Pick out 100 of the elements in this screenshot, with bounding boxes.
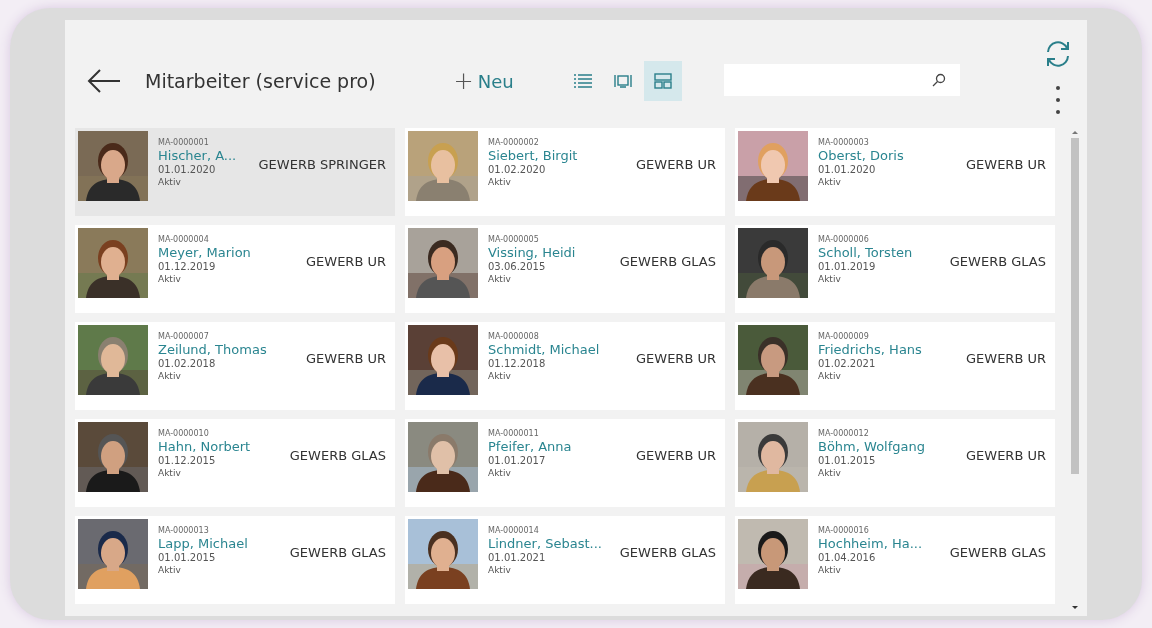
status-text: Aktiv xyxy=(488,176,512,188)
employee-card[interactable]: MA-0000004 Meyer, Marion 01.12.2019 Aktiv GEWERB UR xyxy=(75,225,395,313)
employee-name[interactable]: Siebert, Birgit xyxy=(488,148,578,165)
employee-card[interactable]: MA-0000013 Lapp, Michael 01.01.2015 Aktiv GEWERB GLAS xyxy=(75,516,395,604)
status-text: Aktiv xyxy=(818,176,842,188)
group-label: GEWERB GLAS xyxy=(619,254,716,269)
employee-number: MA-0000009 xyxy=(818,332,870,342)
employee-card[interactable]: MA-0000011 Pfeifer, Anna 01.01.2017 Aktiv GEWERB UR xyxy=(405,419,725,507)
employee-number: MA-0000007 xyxy=(158,332,210,342)
employee-number: MA-0000003 xyxy=(818,138,870,148)
employee-name[interactable]: Hahn, Norbert xyxy=(158,439,251,456)
employee-name[interactable]: Schmidt, Michael xyxy=(488,342,600,359)
status-text: Aktiv xyxy=(818,564,842,576)
start-date: 03.06.2015 xyxy=(488,261,547,274)
start-date: 01.01.2020 xyxy=(158,164,217,177)
status-text: Aktiv xyxy=(158,273,182,285)
employee-number: MA-0000014 xyxy=(488,526,540,536)
group-label: GEWERB GLAS xyxy=(949,254,1046,269)
status-text: Aktiv xyxy=(488,273,512,285)
tile-icon xyxy=(613,74,632,88)
employee-card[interactable]: MA-0000001 Hischer, A... 01.01.2020 Aktiv GEWERB SPRINGER xyxy=(75,128,395,216)
status-text: Aktiv xyxy=(818,370,842,382)
new-button[interactable]: + Neu xyxy=(453,67,514,95)
employee-card[interactable]: MA-0000014 Lindner, Sebast... 01.01.2021 Aktiv GEWERB GLAS xyxy=(405,516,725,604)
employee-name[interactable]: Böhm, Wolfgang xyxy=(818,439,925,456)
start-date: 01.01.2017 xyxy=(488,455,547,468)
status-text: Aktiv xyxy=(488,467,512,479)
group-label: GEWERB UR xyxy=(306,254,386,269)
start-date: 01.01.2019 xyxy=(818,261,877,274)
group-label: GEWERB GLAS xyxy=(289,545,386,560)
employee-number: MA-0000010 xyxy=(158,429,210,439)
status-text: Aktiv xyxy=(818,467,842,479)
start-date: 01.12.2015 xyxy=(158,455,217,468)
group-label: GEWERB UR xyxy=(966,157,1046,172)
search-field[interactable] xyxy=(723,64,960,96)
status-text: Aktiv xyxy=(818,273,842,285)
employee-name[interactable]: Lindner, Sebast... xyxy=(488,536,602,553)
group-label: GEWERB GLAS xyxy=(949,545,1046,560)
employee-card[interactable]: MA-0000006 Scholl, Torsten 01.01.2019 Aktiv GEWERB GLAS xyxy=(735,225,1055,313)
status-text: Aktiv xyxy=(158,176,182,188)
employee-card[interactable]: MA-0000010 Hahn, Norbert 01.12.2015 Aktiv GEWERB GLAS xyxy=(75,419,395,507)
employee-card[interactable]: MA-0000007 Zeilund, Thomas 01.02.2018 Aktiv GEWERB UR xyxy=(75,322,395,410)
group-label: GEWERB UR xyxy=(636,351,716,366)
employee-name[interactable]: Friedrichs, Hans xyxy=(818,342,922,359)
group-label: GEWERB GLAS xyxy=(289,448,386,463)
start-date: 01.12.2018 xyxy=(488,358,547,371)
employee-name[interactable]: Scholl, Torsten xyxy=(818,245,913,262)
group-label: GEWERB UR xyxy=(306,351,386,366)
employee-card[interactable]: MA-0000012 Böhm, Wolfgang 01.01.2015 Aktiv GEWERB UR xyxy=(735,419,1055,507)
view-toggle[interactable] xyxy=(643,61,682,101)
start-date: 01.01.2020 xyxy=(818,164,877,177)
more-options-icon[interactable] xyxy=(1055,85,1061,115)
status-text: Aktiv xyxy=(158,467,182,479)
start-date: 01.02.2020 xyxy=(488,164,547,177)
employee-name[interactable]: Lapp, Michael xyxy=(158,536,248,553)
back-button[interactable] xyxy=(87,67,123,95)
group-label: GEWERB UR xyxy=(966,351,1046,366)
employee-number: MA-0000016 xyxy=(818,526,870,536)
search-icon xyxy=(931,73,946,87)
start-date: 01.12.2019 xyxy=(158,261,217,274)
employee-number: MA-0000004 xyxy=(158,235,210,245)
employee-number: MA-0000001 xyxy=(158,138,210,148)
employee-number: MA-0000013 xyxy=(158,526,210,536)
status-text: Aktiv xyxy=(158,370,182,382)
page-title: Mitarbeiter (service pro) xyxy=(145,70,376,92)
status-text: Aktiv xyxy=(488,564,512,576)
start-date: 01.02.2021 xyxy=(818,358,877,371)
employee-name[interactable]: Vissing, Heidi xyxy=(488,245,576,262)
employee-card[interactable]: MA-0000008 Schmidt, Michael 01.12.2018 Aktiv GEWERB UR xyxy=(405,322,725,410)
employee-name[interactable]: Pfeifer, Anna xyxy=(488,439,572,456)
employee-name[interactable]: Zeilund, Thomas xyxy=(158,342,267,359)
group-label: GEWERB GLAS xyxy=(619,545,716,560)
list-icon xyxy=(573,74,592,88)
employee-card[interactable]: MA-0000003 Oberst, Doris 01.01.2020 Aktiv GEWERB UR xyxy=(735,128,1055,216)
employee-number: MA-0000011 xyxy=(488,429,540,439)
start-date: 01.01.2021 xyxy=(488,552,547,565)
start-date: 01.04.2016 xyxy=(818,552,877,565)
group-label: GEWERB UR xyxy=(966,448,1046,463)
employee-number: MA-0000005 xyxy=(488,235,540,245)
group-label: GEWERB UR xyxy=(636,448,716,463)
back-arrow-icon xyxy=(87,69,121,93)
employee-name[interactable]: Hochheim, Ha... xyxy=(818,536,923,553)
start-date: 01.01.2015 xyxy=(158,552,217,565)
scrollbar-thumb[interactable] xyxy=(1071,138,1079,474)
employee-number: MA-0000008 xyxy=(488,332,540,342)
start-date: 01.02.2018 xyxy=(158,358,217,371)
employee-name[interactable]: Oberst, Doris xyxy=(818,148,904,165)
grid-icon xyxy=(653,73,672,89)
employee-card[interactable]: MA-0000005 Vissing, Heidi 03.06.2015 Aktiv GEWERB GLAS xyxy=(405,225,725,313)
employee-card[interactable]: MA-0000016 Hochheim, Ha... 01.04.2016 Aktiv GEWERB GLAS xyxy=(735,516,1055,604)
employee-card[interactable]: MA-0000009 Friedrichs, Hans 01.02.2021 Aktiv GEWERB UR xyxy=(735,322,1055,410)
status-text: Aktiv xyxy=(158,564,182,576)
employee-name[interactable]: Meyer, Marion xyxy=(158,245,251,262)
employee-number: MA-0000012 xyxy=(818,429,870,439)
employee-number: MA-0000002 xyxy=(488,138,540,148)
employee-number: MA-0000006 xyxy=(818,235,870,245)
employee-card[interactable]: MA-0000002 Siebert, Birgit 01.02.2020 Aktiv GEWERB UR xyxy=(405,128,725,216)
status-text: Aktiv xyxy=(488,370,512,382)
start-date: 01.01.2015 xyxy=(818,455,877,468)
employee-name[interactable]: Hischer, A... xyxy=(158,148,237,165)
